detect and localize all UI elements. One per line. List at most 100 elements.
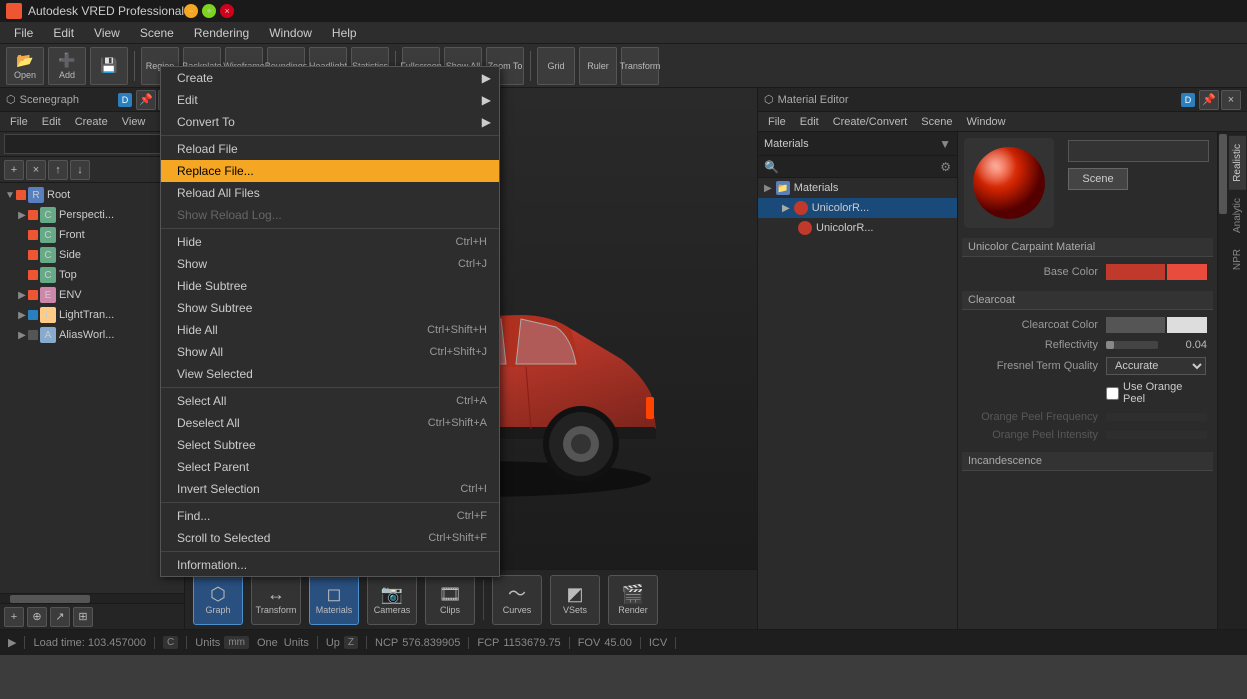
maximize-button[interactable]: +	[202, 4, 216, 18]
tree-item-persp[interactable]: ▶ C Perspecti...	[0, 205, 184, 225]
menu-edit[interactable]: Edit	[43, 24, 84, 42]
menu-hide[interactable]: Hide Ctrl+H	[161, 231, 499, 253]
base-color-swatch[interactable]	[1106, 264, 1207, 280]
tree-item-env[interactable]: ▶ E ENV	[0, 285, 184, 305]
mat-menu-scene[interactable]: Scene	[915, 115, 958, 129]
vp-transform-btn[interactable]: ↔ Transform	[251, 575, 301, 625]
materials-search-input[interactable]	[783, 161, 936, 173]
menu-hide-all[interactable]: Hide All Ctrl+Shift+H	[161, 319, 499, 341]
sg-move2-btn[interactable]: ↓	[70, 160, 90, 180]
add-button[interactable]: ➕ Add	[48, 47, 86, 85]
tree-item-root[interactable]: ▼ R Root	[0, 185, 184, 205]
material-name-input[interactable]: UnicolorPaintMaterial5	[1068, 140, 1209, 162]
mat-scroll-thumb[interactable]	[1219, 134, 1227, 214]
scenegraph-search-input[interactable]	[4, 134, 180, 154]
menu-window[interactable]: Window	[259, 24, 322, 42]
tab-realistic[interactable]: Realistic	[1229, 136, 1246, 190]
minimize-button[interactable]: −	[184, 4, 198, 18]
menu-scroll-to-selected[interactable]: Scroll to Selected Ctrl+Shift+F	[161, 527, 499, 549]
menu-invert-selection[interactable]: Invert Selection Ctrl+I	[161, 478, 499, 500]
vp-graph-btn[interactable]: ⬡ Graph	[193, 575, 243, 625]
scenegraph-scrollbar-h[interactable]	[0, 593, 184, 603]
menu-find[interactable]: Find... Ctrl+F	[161, 505, 499, 527]
save-button[interactable]: 💾	[90, 47, 128, 85]
menu-scene[interactable]: Scene	[130, 24, 184, 42]
sg-bottom-btn4[interactable]: ⊞	[73, 607, 93, 627]
vp-cameras-btn[interactable]: 📷 Cameras	[367, 575, 417, 625]
menu-reload-all[interactable]: Reload All Files	[161, 182, 499, 204]
window-controls[interactable]: − + ×	[184, 4, 234, 18]
scroll-thumb-h[interactable]	[10, 595, 90, 603]
menu-rendering[interactable]: Rendering	[184, 24, 259, 42]
menu-show-subtree[interactable]: Show Subtree	[161, 297, 499, 319]
menu-view[interactable]: View	[84, 24, 130, 42]
sg-move-btn[interactable]: ↑	[48, 160, 68, 180]
tree-item-side[interactable]: C Side	[0, 245, 184, 265]
mat-pin-btn[interactable]: 📌	[1199, 90, 1219, 110]
mat-tree-materials[interactable]: ▶ 📁 Materials	[758, 178, 957, 198]
menu-create[interactable]: Create ▶	[161, 67, 499, 89]
tab-analytic[interactable]: Analytic	[1229, 190, 1246, 241]
menu-deselect-all[interactable]: Deselect All Ctrl+Shift+A	[161, 412, 499, 434]
clearcoat-swatch-dark[interactable]	[1106, 317, 1165, 333]
vp-vsets-btn[interactable]: ◩ VSets	[550, 575, 600, 625]
clearcoat-color-swatch[interactable]	[1106, 317, 1207, 333]
tab-npr[interactable]: NPR	[1229, 241, 1246, 278]
sg-menu-file[interactable]: File	[4, 115, 34, 129]
material-scrollbar[interactable]	[1217, 132, 1227, 629]
sg-bottom-btn3[interactable]: ↗	[50, 607, 70, 627]
menu-replace-file[interactable]: Replace File...	[161, 160, 499, 182]
tree-item-front[interactable]: C Front	[0, 225, 184, 245]
mat-menu-file[interactable]: File	[762, 115, 792, 129]
base-color-solid[interactable]	[1167, 264, 1207, 280]
vp-clips-btn[interactable]: 🎞 Clips	[425, 575, 475, 625]
menu-select-subtree[interactable]: Select Subtree	[161, 434, 499, 456]
menu-show-all[interactable]: Show All Ctrl+Shift+J	[161, 341, 499, 363]
menu-edit-sub[interactable]: Edit ▶	[161, 89, 499, 111]
menu-hide-subtree[interactable]: Hide Subtree	[161, 275, 499, 297]
orange-intensity-slider	[1106, 431, 1207, 439]
fresnel-dropdown[interactable]: Accurate Fast	[1106, 357, 1206, 375]
tree-item-light[interactable]: ▶ L LightTran...	[0, 305, 184, 325]
menu-reload-file[interactable]: Reload File	[161, 138, 499, 160]
menu-convert-to[interactable]: Convert To ▶	[161, 111, 499, 133]
menu-view-selected[interactable]: View Selected	[161, 363, 499, 385]
menu-help[interactable]: Help	[322, 24, 367, 42]
sg-remove-btn[interactable]: ×	[26, 160, 46, 180]
grid-button[interactable]: Grid	[537, 47, 575, 85]
menu-select-parent[interactable]: Select Parent	[161, 456, 499, 478]
c-badge: C	[163, 636, 178, 649]
scenegraph-pin[interactable]: 📌	[136, 90, 156, 110]
sg-menu-edit[interactable]: Edit	[36, 115, 67, 129]
mat-tree-unicolor1[interactable]: ▶ UnicolorR...	[758, 198, 957, 218]
reflectivity-slider[interactable]	[1106, 341, 1158, 349]
menu-information[interactable]: Information...	[161, 554, 499, 576]
mat-menu-window[interactable]: Window	[961, 115, 1012, 129]
scene-button[interactable]: Scene	[1068, 168, 1128, 190]
tree-item-alias[interactable]: ▶ A AliasWorl...	[0, 325, 184, 345]
transform-button[interactable]: Transform	[621, 47, 659, 85]
materials-dropdown[interactable]: Materials ▼	[758, 132, 957, 156]
menu-show[interactable]: Show Ctrl+J	[161, 253, 499, 275]
open-button[interactable]: 📂 Open	[6, 47, 44, 85]
menu-file[interactable]: File	[4, 24, 43, 42]
close-button[interactable]: ×	[220, 4, 234, 18]
clearcoat-swatch-white[interactable]	[1167, 317, 1207, 333]
vp-curves-btn[interactable]: 〜 Curves	[492, 575, 542, 625]
orange-peel-checkbox[interactable]	[1106, 387, 1119, 400]
vp-render-btn[interactable]: 🎬 Render	[608, 575, 658, 625]
sg-bottom-btn1[interactable]: +	[4, 607, 24, 627]
menu-select-all[interactable]: Select All Ctrl+A	[161, 390, 499, 412]
mat-close-btn[interactable]: ×	[1221, 90, 1241, 110]
mat-menu-edit[interactable]: Edit	[794, 115, 825, 129]
sg-menu-view[interactable]: View	[116, 115, 152, 129]
sg-add-btn[interactable]: +	[4, 160, 24, 180]
vp-materials-btn[interactable]: ◻ Materials	[309, 575, 359, 625]
base-color-main[interactable]	[1106, 264, 1165, 280]
sg-bottom-btn2[interactable]: ⊕	[27, 607, 47, 627]
tree-item-top[interactable]: C Top	[0, 265, 184, 285]
mat-tree-unicolor2[interactable]: UnicolorR...	[758, 218, 957, 238]
sg-menu-create[interactable]: Create	[69, 115, 114, 129]
mat-menu-create[interactable]: Create/Convert	[827, 115, 914, 129]
ruler-button[interactable]: Ruler	[579, 47, 617, 85]
